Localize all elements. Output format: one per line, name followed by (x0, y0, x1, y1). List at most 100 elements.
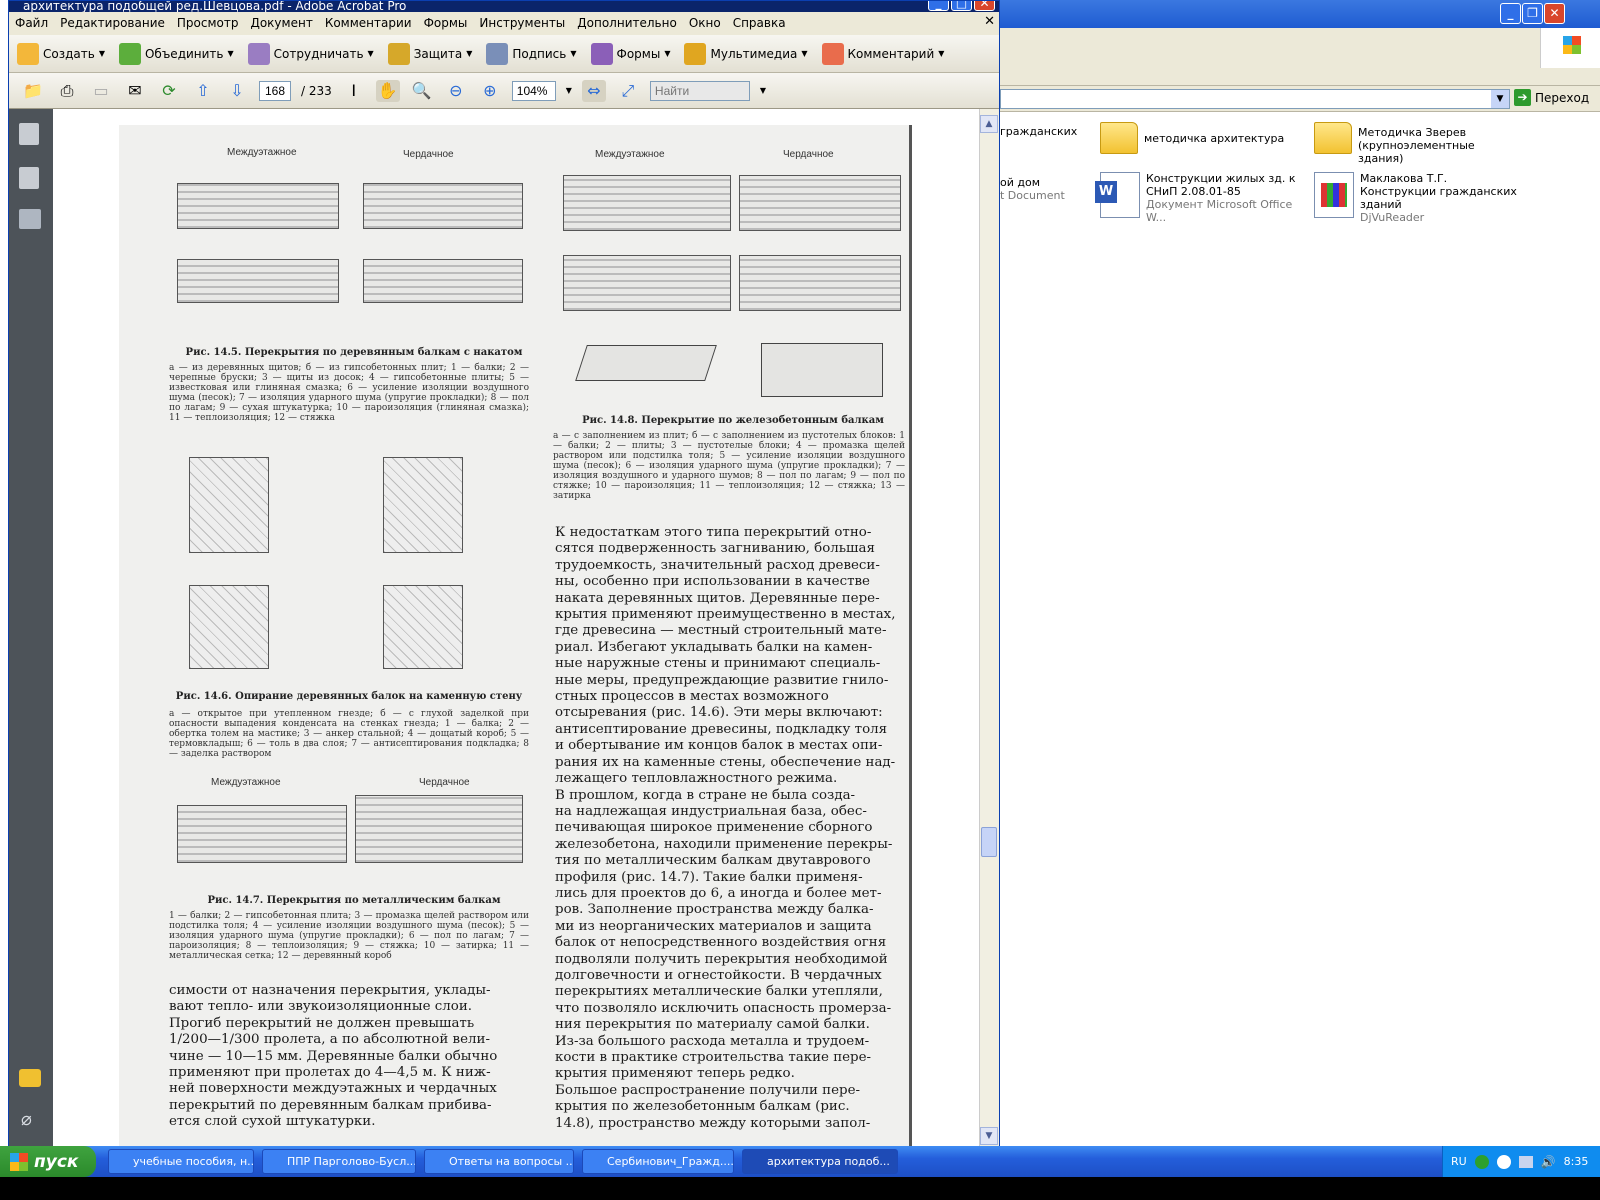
explorer-toolbar (1000, 28, 1600, 86)
page-edge-shadow (909, 125, 912, 1147)
multimedia-button[interactable]: Мультимедиа ▼ (684, 42, 808, 65)
clock[interactable]: 8:35 (1564, 1155, 1589, 1168)
language-indicator[interactable]: RU (1451, 1155, 1467, 1168)
taskbar-button[interactable]: ППР Парголово-Бусл... (262, 1149, 416, 1174)
zoom-in-icon[interactable]: ⊕ (478, 80, 502, 102)
previous-page-icon[interactable]: ⇧ (191, 80, 215, 102)
save-icon[interactable]: ▭ (89, 80, 113, 102)
go-label: Переход (1535, 90, 1590, 105)
hand-tool-icon[interactable]: ✋ (375, 79, 400, 102)
bookmarks-icon[interactable] (19, 167, 39, 189)
multimedia-icon (684, 42, 707, 65)
menu-comments[interactable]: Комментарии (319, 16, 418, 30)
find-dropdown-icon[interactable]: ▼ (760, 86, 766, 95)
file-item[interactable]: методичка архитектура (1100, 122, 1300, 154)
caret-down-icon: ▼ (367, 49, 374, 58)
menu-file[interactable]: Файл (9, 16, 54, 30)
file-type: t Document (1000, 189, 1065, 202)
go-button[interactable]: ➔ Переход (1514, 89, 1589, 106)
signatures-icon[interactable] (19, 209, 41, 229)
page-number-input[interactable] (259, 80, 291, 101)
chevron-down-icon[interactable]: ▼ (1491, 90, 1509, 108)
taskbar-button-active[interactable]: архитектура подоб... (742, 1149, 898, 1174)
scroll-thumb[interactable] (981, 827, 997, 857)
print-icon[interactable]: ⎙ (55, 80, 79, 102)
zoom-dropdown-icon[interactable]: ▼ (566, 86, 572, 95)
address-input[interactable]: ▼ (1000, 89, 1510, 109)
file-name: ой дом (1000, 176, 1041, 189)
figure-caption: Рис. 14.6. Опирание деревянных балок на … (175, 691, 523, 702)
minimize-icon[interactable]: _ (928, 1, 949, 11)
caret-down-icon: ▼ (466, 49, 473, 58)
attachments-icon[interactable]: ⌀ (21, 1109, 39, 1131)
menu-help[interactable]: Справка (727, 16, 792, 30)
task-label: ППР Парголово-Бусл... (287, 1155, 416, 1168)
comment-button[interactable]: Комментарий ▼ (821, 42, 944, 65)
file-type: Документ Microsoft Office W... (1146, 198, 1293, 224)
system-tray: RU 🔊 8:35 (1442, 1146, 1600, 1177)
close-document-icon[interactable]: ✕ (984, 14, 995, 29)
figure-14-7-floor (177, 805, 347, 863)
select-tool-icon[interactable]: I (342, 80, 366, 102)
menu-tools[interactable]: Инструменты (473, 16, 571, 30)
fig-label: Чердачное (403, 149, 454, 160)
fig-label: Междуэтажное (595, 149, 665, 160)
file-name: Методичка Зверев (крупноэлементные здани… (1358, 126, 1475, 165)
tray-app-icon[interactable] (1496, 1154, 1511, 1169)
minimize-icon[interactable]: _ (1500, 3, 1521, 24)
taskbar-button[interactable]: Ответы на вопросы ... (424, 1149, 574, 1174)
fig-label: Междуэтажное (227, 147, 297, 158)
collaborate-button[interactable]: Сотрудничать ▼ (247, 42, 374, 65)
caret-down-icon: ▼ (227, 49, 234, 58)
file-item[interactable]: ой дом t Document (1000, 176, 1065, 202)
email-icon[interactable]: ✉ (123, 80, 147, 102)
secure-button[interactable]: Защита ▼ (387, 42, 473, 65)
task-label: Ответы на вопросы ... (449, 1155, 574, 1168)
window-title: архитектура подобщей ред.Шевцова.pdf - A… (23, 1, 407, 12)
restore-icon[interactable]: ❐ (1522, 3, 1543, 24)
comments-panel-icon[interactable] (19, 1069, 41, 1087)
close-icon[interactable]: ✕ (974, 1, 995, 11)
zoom-out-icon[interactable]: ⊖ (444, 80, 468, 102)
figure-14-8a-floor (563, 175, 731, 231)
scroll-up-icon[interactable]: ▲ (980, 115, 998, 133)
scroll-down-icon[interactable]: ▼ (980, 1127, 998, 1145)
menu-window[interactable]: Окно (683, 16, 727, 30)
zoom-input[interactable] (511, 80, 556, 101)
close-icon[interactable]: ✕ (1544, 3, 1565, 24)
fit-page-icon[interactable]: ⤢ (616, 80, 640, 102)
pen-icon (486, 42, 509, 65)
zoom-tool-icon[interactable]: 🔍 (410, 80, 434, 102)
forms-button[interactable]: Формы ▼ (590, 42, 670, 65)
open-folder-icon[interactable]: 📁 (21, 80, 45, 102)
file-type: DjVuReader (1360, 211, 1425, 224)
taskbar-button[interactable]: Сербинович_Гражд.... (582, 1149, 734, 1174)
next-page-icon[interactable]: ⇩ (225, 80, 249, 102)
find-input[interactable] (649, 80, 750, 101)
fig-label: Междуэтажное (211, 777, 281, 788)
menu-document[interactable]: Документ (244, 16, 318, 30)
menu-advanced[interactable]: Дополнительно (571, 16, 683, 30)
volume-icon[interactable]: 🔊 (1541, 1155, 1556, 1169)
maximize-icon[interactable]: □ (951, 1, 972, 11)
upload-icon[interactable]: ⟳ (157, 80, 181, 102)
multimedia-label: Мультимедиа (710, 46, 798, 61)
file-item[interactable]: гражданских (1000, 125, 1077, 138)
menu-edit[interactable]: Редактирование (54, 16, 171, 30)
fit-width-icon[interactable]: ⇔ (581, 79, 606, 102)
menu-forms[interactable]: Формы (418, 16, 474, 30)
start-button[interactable]: пуск (0, 1146, 96, 1177)
vertical-scrollbar[interactable]: ▲ ▼ (979, 109, 999, 1147)
pages-icon[interactable] (19, 123, 39, 145)
combine-button[interactable]: Объединить ▼ (118, 42, 234, 65)
sign-button[interactable]: Подпись ▼ (486, 42, 577, 65)
file-item[interactable]: Методичка Зверев (крупноэлементные здани… (1314, 122, 1514, 165)
taskbar-button[interactable]: учебные пособия, н... (108, 1149, 254, 1174)
caret-down-icon: ▼ (98, 49, 105, 58)
file-item[interactable]: W Конструкции жилых зд. к СНиП 2.08.01-8… (1095, 172, 1310, 224)
menu-view[interactable]: Просмотр (171, 16, 245, 30)
tray-app-icon[interactable] (1474, 1154, 1489, 1169)
network-icon[interactable] (1518, 1155, 1533, 1168)
file-item[interactable]: Маклакова Т.Г. Конструкции гражданских з… (1314, 172, 1524, 224)
create-button[interactable]: Создать ▼ (17, 42, 105, 65)
